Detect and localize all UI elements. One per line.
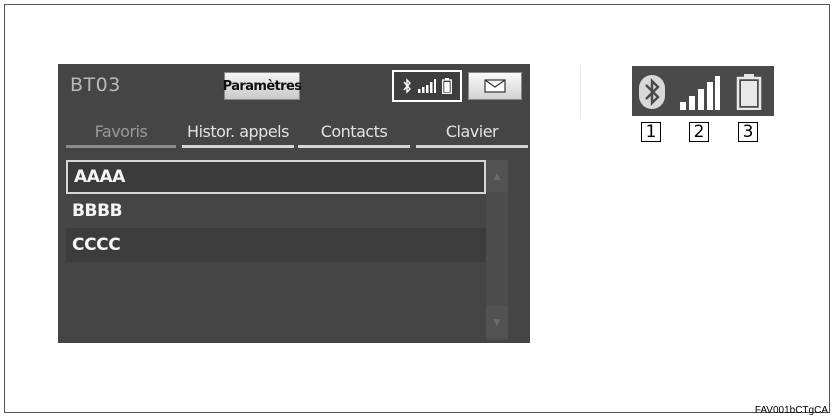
legend-number-2: 2: [689, 122, 709, 142]
signal-strength-icon: [418, 79, 436, 93]
signal-strength-icon: [680, 76, 720, 110]
list-item[interactable]: CCCC: [66, 228, 486, 262]
chevron-up-icon: ▲: [491, 169, 503, 183]
tab-contacts[interactable]: Contacts: [298, 120, 410, 148]
bluetooth-icon: [639, 75, 665, 109]
contact-list: AAAA BBBB CCCC: [66, 160, 486, 262]
scroll-down-button[interactable]: ▼: [486, 306, 508, 338]
battery-icon: [736, 74, 762, 110]
figure-code: FAV001bCTgCA: [754, 405, 828, 416]
divider: [580, 66, 581, 118]
tab-favoris[interactable]: Favoris: [66, 120, 176, 148]
bluetooth-icon: [403, 78, 411, 94]
phone-screen: BT03 Paramètres Favoris Histor. appels C…: [58, 64, 530, 343]
tab-bar: Favoris Histor. appels Contacts Clavier: [66, 120, 528, 148]
legend-number-3: 3: [738, 122, 758, 142]
scrollbar[interactable]: ▲ ▼: [486, 160, 508, 340]
list-item[interactable]: BBBB: [66, 194, 486, 228]
device-name: BT03: [70, 74, 121, 96]
envelope-icon: [484, 79, 506, 93]
list-item[interactable]: AAAA: [66, 160, 486, 194]
status-indicator-box: [392, 70, 462, 102]
legend-number-1: 1: [641, 122, 661, 142]
battery-icon: [442, 78, 452, 94]
settings-button[interactable]: Paramètres: [223, 72, 302, 100]
status-icons-legend-panel: [632, 66, 774, 116]
tab-clavier[interactable]: Clavier: [416, 120, 528, 148]
scroll-up-button[interactable]: ▲: [486, 160, 508, 192]
tab-histor-appels[interactable]: Histor. appels: [182, 120, 294, 148]
message-button[interactable]: [468, 72, 522, 100]
chevron-down-icon: ▼: [491, 315, 503, 329]
